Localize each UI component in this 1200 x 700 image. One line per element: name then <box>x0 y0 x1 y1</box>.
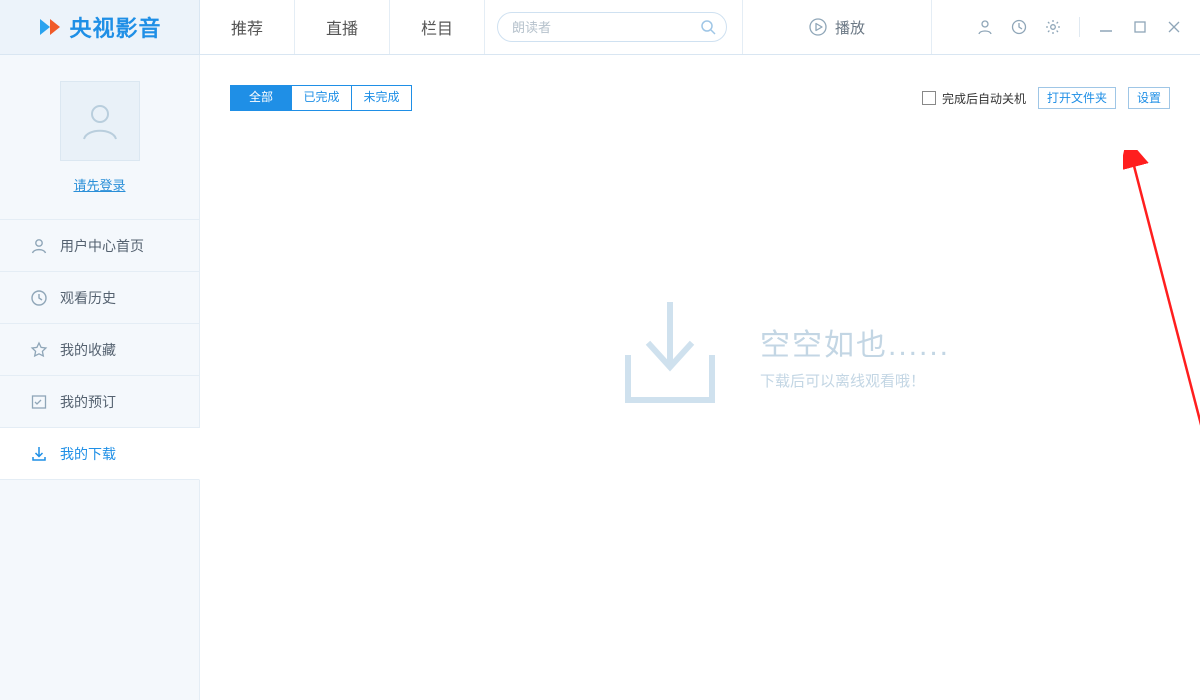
search-icon[interactable] <box>700 19 716 35</box>
search-box[interactable] <box>497 12 727 42</box>
body: 请先登录 用户中心首页 观看历史 我的收藏 我的预订 <box>0 55 1200 700</box>
filter-all[interactable]: 全部 <box>231 86 291 110</box>
open-folder-button[interactable]: 打开文件夹 <box>1038 87 1116 109</box>
separator <box>1079 17 1080 37</box>
star-icon <box>30 341 48 359</box>
search-input[interactable] <box>512 20 700 35</box>
sidebar-item-favorites[interactable]: 我的收藏 <box>0 324 199 376</box>
sidebar-item-label: 我的收藏 <box>60 340 116 360</box>
filter-completed[interactable]: 已完成 <box>291 86 351 110</box>
play-icon <box>809 18 827 36</box>
checkbox-icon <box>922 91 936 105</box>
download-toolbar: 全部 已完成 未完成 完成后自动关机 打开文件夹 设置 <box>200 55 1200 111</box>
filter-incomplete[interactable]: 未完成 <box>351 86 411 110</box>
auto-shutdown-checkbox[interactable]: 完成后自动关机 <box>922 90 1026 107</box>
tab-live[interactable]: 直播 <box>295 0 390 54</box>
sidebar-item-label: 观看历史 <box>60 288 116 308</box>
download-icon <box>30 445 48 463</box>
settings-gear-icon[interactable] <box>1045 19 1061 35</box>
empty-state: 空空如也...... 下载后可以离线观看哦！ <box>610 295 950 415</box>
sidebar-item-label: 用户中心首页 <box>60 236 144 256</box>
annotation-arrow-icon <box>1123 150 1200 450</box>
sidebar-item-reservations[interactable]: 我的预订 <box>0 376 199 428</box>
tab-recommend[interactable]: 推荐 <box>200 0 295 54</box>
sidebar-item-label: 我的预订 <box>60 392 116 412</box>
auto-shutdown-label: 完成后自动关机 <box>942 90 1026 107</box>
top-bar: 央视影音 推荐 直播 栏目 播放 <box>0 0 1200 55</box>
minimize-icon[interactable] <box>1098 19 1114 35</box>
settings-button[interactable]: 设置 <box>1128 87 1170 109</box>
app-logo[interactable]: 央视影音 <box>0 0 200 54</box>
search-wrap <box>497 0 742 54</box>
tab-columns[interactable]: 栏目 <box>390 0 485 54</box>
sidebar-item-downloads[interactable]: 我的下载 <box>0 428 200 480</box>
user-icon[interactable] <box>977 19 993 35</box>
download-empty-icon <box>610 295 730 415</box>
avatar[interactable] <box>60 81 140 161</box>
empty-title: 空空如也...... <box>760 320 950 364</box>
profile-box: 请先登录 <box>0 55 199 220</box>
filter-group: 全部 已完成 未完成 <box>230 85 412 111</box>
sidebar-item-label: 我的下载 <box>60 444 116 464</box>
main-panel: 全部 已完成 未完成 完成后自动关机 打开文件夹 设置 <box>200 55 1200 700</box>
user-icon <box>30 237 48 255</box>
checklist-icon <box>30 393 48 411</box>
sidebar-item-user-center[interactable]: 用户中心首页 <box>0 220 199 272</box>
login-link[interactable]: 请先登录 <box>73 175 125 194</box>
logo-text: 央视影音 <box>69 11 161 43</box>
play-label: 播放 <box>835 17 865 38</box>
close-icon[interactable] <box>1166 19 1182 35</box>
history-icon[interactable] <box>1011 19 1027 35</box>
maximize-icon[interactable] <box>1132 19 1148 35</box>
sidebar-item-history[interactable]: 观看历史 <box>0 272 199 324</box>
window-controls <box>932 0 1200 54</box>
toolbar-right: 完成后自动关机 打开文件夹 设置 <box>922 87 1170 109</box>
sidebar: 请先登录 用户中心首页 观看历史 我的收藏 我的预订 <box>0 55 200 700</box>
play-button[interactable]: 播放 <box>742 0 932 54</box>
logo-icon <box>37 16 63 38</box>
empty-text: 空空如也...... 下载后可以离线观看哦！ <box>760 320 950 391</box>
clock-icon <box>30 289 48 307</box>
empty-subtitle: 下载后可以离线观看哦！ <box>760 370 950 391</box>
